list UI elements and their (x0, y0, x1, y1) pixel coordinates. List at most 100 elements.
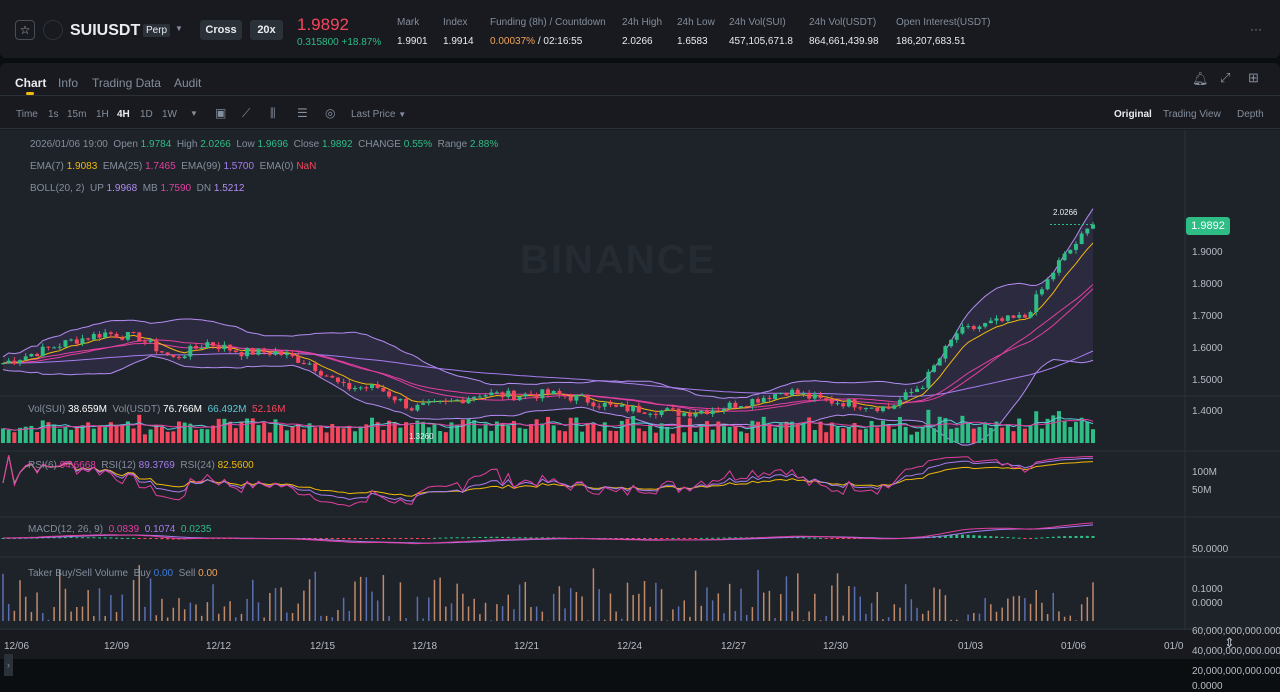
taker-sell-label: Sell (178, 568, 196, 579)
candle-up (483, 395, 488, 397)
divider (0, 95, 1280, 96)
volume-bar (648, 424, 653, 443)
macd-histogram-bar (1063, 536, 1067, 538)
macd-histogram-bar (512, 537, 516, 539)
interval-15m[interactable]: 15m (67, 109, 86, 120)
volume-bar (131, 428, 136, 443)
date-axis-label: 01/0 (1164, 641, 1184, 652)
settings-list-icon[interactable]: ☰ (297, 106, 308, 120)
candle-up (370, 384, 375, 388)
candle-up (915, 388, 920, 392)
axis-scale-icon[interactable]: ⇕ (1224, 635, 1235, 651)
interval-1d[interactable]: 1D (140, 109, 153, 120)
ohlc-legend: 2026/01/06 19:00 Open 1.9784 High 2.0266… (30, 139, 498, 150)
symbol-dropdown-icon[interactable]: ▼ (175, 24, 183, 33)
candle-up (977, 326, 982, 330)
volume-bar (199, 428, 204, 443)
volume-bar (335, 426, 340, 443)
calendar-icon[interactable]: ▣ (215, 106, 226, 120)
ema99-label: EMA(99) (181, 161, 221, 172)
view-depth[interactable]: Depth (1237, 109, 1264, 120)
candle-down (597, 406, 602, 408)
kline-chart[interactable]: BINANCE 2026/01/06 19:00 Open 1.9784 Hig… (0, 130, 1280, 692)
candle-up (52, 347, 57, 349)
taker-buy-value: 0.00 (153, 568, 174, 579)
range-label: Range (437, 139, 468, 150)
macd-histogram-bar (1046, 537, 1050, 539)
layout-grid-icon[interactable]: ⊞ (1248, 70, 1259, 86)
volume-bar (1028, 424, 1033, 443)
volume-bar (517, 427, 522, 443)
volume-bar (6, 429, 11, 443)
indicator-icon[interactable]: ⟋ (242, 106, 250, 121)
candle-up (580, 394, 585, 396)
tab-chart[interactable]: Chart (15, 76, 46, 90)
interval-1s[interactable]: 1s (48, 109, 59, 120)
candle-up (449, 400, 454, 402)
candle-down (409, 408, 414, 411)
candle-up (988, 320, 993, 324)
volume-bar (74, 427, 79, 443)
macd-axis-label: 0.1000 (1192, 584, 1223, 595)
candle-down (807, 393, 812, 399)
target-icon[interactable]: ◎ (325, 106, 335, 120)
volume-bar (387, 420, 392, 443)
volume-bar (97, 425, 102, 443)
expand-panel-button[interactable]: › (4, 654, 13, 676)
volume-bar (347, 425, 352, 443)
volume-bar (954, 427, 959, 443)
volume-bar (818, 421, 823, 443)
leverage-button[interactable]: 20x (250, 20, 283, 40)
rsi12-label: RSI(12) (101, 460, 136, 471)
view-trading-view[interactable]: Trading View (1163, 109, 1221, 120)
macd-histogram-bar (319, 538, 323, 540)
stat-value-text: 1.9914 (443, 36, 474, 47)
interval-4h[interactable]: 4H (117, 109, 130, 120)
close-value: 1.9892 (322, 139, 353, 150)
view-original[interactable]: Original (1114, 109, 1152, 120)
macd-histogram-bar (1006, 537, 1010, 539)
interval-dropdown-icon[interactable]: ▼ (190, 109, 198, 118)
volume-bar (625, 418, 630, 443)
volume-bar (455, 425, 460, 443)
interval-1w[interactable]: 1W (162, 109, 177, 120)
stat-value: 0.00037% / 02:16:55 (490, 36, 582, 47)
volume-bar (773, 427, 778, 443)
rsi-axis-label: 50.0000 (1192, 544, 1229, 555)
stat-label: 24h Vol(USDT) (809, 17, 877, 28)
boll-mb-value: 1.7590 (160, 183, 192, 194)
interval-1h[interactable]: 1H (96, 109, 109, 120)
alert-bell-icon[interactable]: 🔔︎ (1192, 71, 1209, 87)
fullscreen-icon[interactable]: ⤢ (1220, 70, 1230, 86)
boll-up-label: UP (90, 183, 104, 194)
macd-histogram-bar (643, 538, 647, 539)
volume-bar (699, 425, 704, 443)
symbol-name[interactable]: SUIUSDT (70, 22, 140, 40)
volume-bar (744, 433, 749, 443)
more-options-icon[interactable]: ··· (1250, 22, 1262, 36)
chart-canvas[interactable] (0, 130, 1280, 630)
volume-bar (1017, 418, 1022, 443)
candle-down (46, 346, 51, 348)
chart-type-icon[interactable]: ⫼ (270, 106, 276, 121)
current-price-tag: 1.9892 (1186, 217, 1230, 235)
macd-histogram-bar (449, 537, 453, 539)
candle-up (1017, 314, 1022, 318)
macd-histogram-bar (489, 536, 493, 538)
watermark-logo: BINANCE (520, 238, 717, 282)
candle-up (710, 410, 715, 414)
volume-bar (290, 426, 295, 443)
margin-mode-button[interactable]: Cross (200, 20, 242, 40)
favorite-star-icon[interactable]: ☆ (15, 20, 35, 40)
candle-up (426, 401, 431, 404)
volume-bar (750, 420, 755, 443)
volume-bar (142, 434, 147, 443)
tab-info[interactable]: Info (58, 76, 78, 90)
tab-trading-data[interactable]: Trading Data (92, 76, 161, 90)
tab-audit[interactable]: Audit (174, 76, 201, 90)
candle-up (937, 358, 942, 366)
macd-histogram-bar (1068, 536, 1072, 538)
candle-down (120, 337, 125, 340)
candle-up (869, 407, 874, 409)
price-type-select[interactable]: Last Price ▼ (351, 109, 406, 120)
